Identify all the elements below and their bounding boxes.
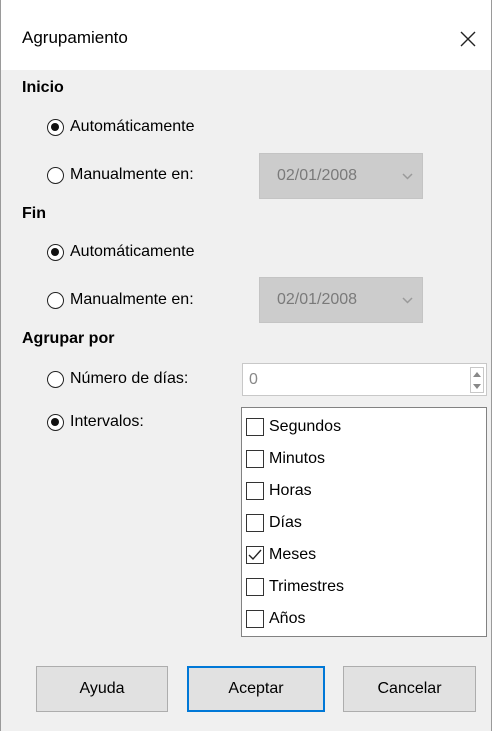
radio-indicator: [47, 243, 64, 261]
end-heading: Fin: [22, 205, 46, 222]
end-auto-radio[interactable]: Automáticamente: [47, 243, 195, 261]
days-radio[interactable]: Número de días:: [47, 370, 188, 388]
dialog-title: Agrupamiento: [22, 28, 128, 47]
checkbox[interactable]: [246, 610, 264, 628]
days-spin-field[interactable]: 0: [242, 363, 487, 396]
help-button-label: Ayuda: [79, 680, 125, 697]
group-by-heading: Agrupar por: [22, 330, 115, 347]
checkbox[interactable]: [246, 514, 264, 532]
help-button[interactable]: Ayuda: [36, 666, 168, 712]
end-manual-radio[interactable]: Manualmente en:: [47, 291, 194, 309]
cancel-button-label: Cancelar: [377, 680, 442, 697]
grouping-dialog: Agrupamiento Inicio Automáticamente Manu…: [0, 0, 492, 731]
interval-label: Horas: [269, 482, 312, 499]
interval-item-trimestres[interactable]: Trimestres: [246, 574, 344, 600]
spin-up-icon: [473, 371, 481, 377]
end-auto-label: Automáticamente: [70, 243, 195, 260]
checkbox[interactable]: [246, 482, 264, 500]
interval-item-minutos[interactable]: Minutos: [246, 446, 325, 472]
interval-item-dias[interactable]: Días: [246, 510, 302, 536]
interval-label: Minutos: [269, 450, 326, 467]
interval-label: Trimestres: [269, 578, 344, 595]
interval-item-segundos[interactable]: Segundos: [246, 414, 341, 440]
title-bar: Agrupamiento: [1, 0, 491, 70]
start-date-combo[interactable]: 02/01/2008: [259, 153, 423, 199]
radio-indicator: [47, 118, 64, 136]
interval-label: Meses: [269, 546, 317, 563]
end-date-value: 02/01/2008: [277, 291, 358, 308]
checkbox[interactable]: [246, 418, 264, 436]
cancel-button[interactable]: Cancelar: [343, 666, 476, 712]
interval-label: Días: [269, 514, 302, 531]
intervals-label: Intervalos:: [70, 413, 144, 430]
start-manual-label: Manualmente en:: [70, 166, 194, 183]
checkbox[interactable]: [246, 450, 264, 468]
chevron-down-icon: [392, 296, 422, 304]
checkbox[interactable]: [246, 578, 264, 596]
end-manual-label: Manualmente en:: [70, 291, 194, 308]
radio-indicator: [47, 370, 64, 388]
end-date-combo[interactable]: 02/01/2008: [259, 277, 423, 323]
chevron-down-icon: [392, 172, 422, 180]
radio-indicator: [47, 291, 64, 309]
close-button[interactable]: [445, 17, 491, 61]
interval-item-anos[interactable]: Años: [246, 606, 305, 632]
intervals-listbox[interactable]: Segundos Minutos Horas Días Meses Trimes…: [241, 407, 487, 637]
spin-buttons[interactable]: [470, 367, 484, 393]
interval-item-meses[interactable]: Meses: [246, 542, 316, 568]
start-auto-radio[interactable]: Automáticamente: [47, 118, 195, 136]
radio-indicator: [47, 413, 64, 431]
days-label: Número de días:: [70, 370, 189, 387]
interval-item-horas[interactable]: Horas: [246, 478, 312, 504]
interval-label: Segundos: [269, 418, 342, 435]
start-heading: Inicio: [22, 79, 64, 96]
radio-indicator: [47, 166, 64, 184]
close-icon: [460, 31, 476, 47]
ok-button-label: Aceptar: [228, 680, 284, 697]
start-auto-label: Automáticamente: [70, 118, 195, 135]
days-value: 0: [249, 371, 258, 388]
checkbox[interactable]: [246, 546, 264, 564]
start-manual-radio[interactable]: Manualmente en:: [47, 166, 194, 184]
check-icon: [248, 549, 262, 561]
spin-down-icon: [473, 383, 481, 389]
intervals-radio[interactable]: Intervalos:: [47, 413, 144, 431]
interval-label: Años: [269, 610, 306, 627]
start-date-value: 02/01/2008: [277, 167, 358, 184]
ok-button[interactable]: Aceptar: [187, 666, 325, 712]
